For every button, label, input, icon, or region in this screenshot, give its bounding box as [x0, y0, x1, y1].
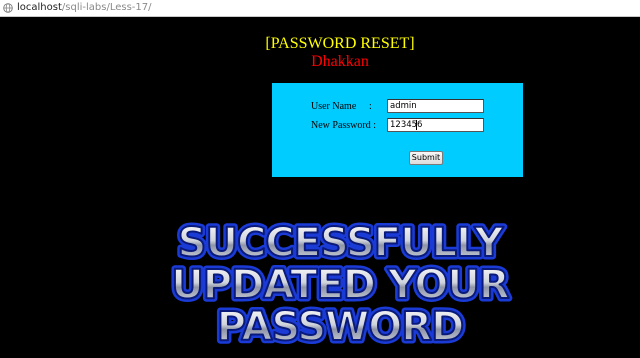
username-label-colon: :	[369, 101, 372, 112]
submit-button[interactable]: Submit	[409, 151, 443, 165]
address-bar[interactable]: localhost/sqli-labs/Less-17/	[0, 0, 640, 17]
new-password-input[interactable]	[387, 118, 484, 132]
page-title: [PASSWORD RESET]	[265, 35, 415, 52]
username-input[interactable]	[387, 99, 484, 113]
banner-line-2: UPDATED YOUR	[171, 262, 509, 308]
text-cursor	[416, 120, 417, 130]
new-password-label: New Password :	[311, 120, 376, 131]
url-path: /sqli-labs/Less-17/	[61, 2, 152, 13]
username-label: User Name	[311, 101, 357, 112]
banner-line-1: SUCCESSFULLY	[178, 220, 505, 266]
success-banner: SUCCESSFULLY UPDATED YOUR PASSWORD SUCCE…	[168, 218, 514, 348]
globe-icon	[3, 3, 13, 13]
banner-line-3: PASSWORD	[217, 304, 464, 348]
page-subtitle: Dhakkan	[311, 53, 369, 70]
url-text[interactable]: localhost/sqli-labs/Less-17/	[17, 1, 152, 15]
url-host: localhost	[17, 2, 62, 13]
password-reset-form: User Name : New Password : Submit	[272, 83, 523, 177]
